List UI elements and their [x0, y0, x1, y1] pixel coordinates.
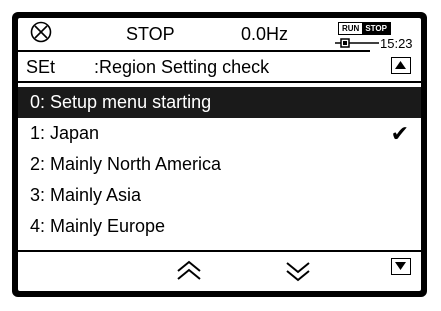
menu-item-japan[interactable]: 1: Japan ✔ — [18, 118, 421, 149]
circle-x-icon — [30, 21, 52, 43]
menu-item-label: 4: Mainly Europe — [30, 216, 166, 236]
lcd-bezel: STOP 0.0Hz RUN STOP 15:23 SEt :Region Se… — [12, 12, 427, 297]
run-label: RUN — [339, 23, 363, 34]
run-stop-indicator: RUN STOP — [338, 22, 391, 35]
triangle-down-icon — [395, 262, 406, 270]
clock-time: 15:23 — [380, 36, 413, 51]
menu-item-label: 2: Mainly North America — [30, 154, 222, 174]
stop-label: STOP — [362, 23, 390, 34]
menu-item-label: 3: Mainly Asia — [30, 185, 142, 205]
triangle-up-icon — [395, 61, 406, 69]
status-bar: STOP 0.0Hz RUN STOP 15:23 — [18, 18, 421, 51]
footer-bar — [18, 253, 421, 291]
output-frequency: 0.0Hz — [241, 24, 289, 44]
footer-divider — [18, 250, 421, 252]
check-icon: ✔ — [390, 121, 409, 146]
menu-item-label: 0: Setup menu starting — [30, 92, 212, 112]
menu-item-europe[interactable]: 4: Mainly Europe — [18, 211, 421, 242]
drive-state: STOP — [126, 24, 175, 44]
menu-item-asia[interactable]: 3: Mainly Asia — [18, 180, 421, 211]
menu-item-label: 1: Japan — [30, 123, 100, 143]
mode-code: SEt — [26, 57, 56, 77]
page-title: :Region Setting check — [94, 57, 270, 77]
double-chevron-down-icon[interactable] — [284, 259, 312, 283]
menu-item-north-america[interactable]: 2: Mainly North America — [18, 149, 421, 180]
screen-header: SEt :Region Setting check — [18, 52, 421, 82]
scroll-down-button[interactable] — [391, 258, 411, 275]
lcd-screen: STOP 0.0Hz RUN STOP 15:23 SEt :Region Se… — [18, 18, 421, 291]
menu-list: 0: Setup menu starting 1: Japan ✔ 2: Mai… — [18, 87, 421, 242]
double-chevron-up-icon[interactable] — [175, 259, 203, 283]
header-divider — [18, 81, 421, 83]
scroll-up-button[interactable] — [391, 57, 411, 74]
menu-item-setup[interactable]: 0: Setup menu starting — [18, 87, 421, 118]
